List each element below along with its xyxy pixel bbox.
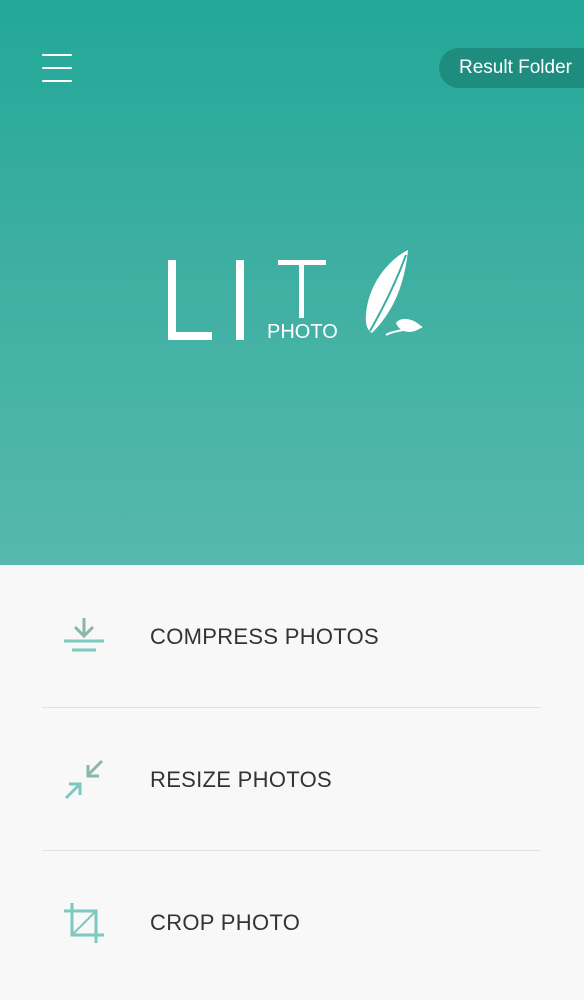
crop-photo-item[interactable]: CROP PHOTO (42, 851, 541, 994)
resize-photos-item[interactable]: RESIZE PHOTOS (42, 708, 541, 851)
menu-line (42, 54, 72, 56)
compress-photos-label: COMPRESS PHOTOS (150, 623, 380, 649)
app-logo: PHOTO (160, 245, 430, 345)
resize-photos-label: RESIZE PHOTOS (150, 766, 332, 792)
menu-line (42, 67, 72, 69)
hamburger-menu-icon[interactable] (38, 48, 76, 88)
compress-photos-item[interactable]: COMPRESS PHOTOS (42, 565, 541, 708)
logo-graphic: PHOTO (168, 250, 423, 343)
menu-line (42, 80, 72, 82)
result-folder-button[interactable]: Result Folder (439, 48, 584, 88)
resize-icon (62, 758, 106, 802)
logo-subtext: PHOTO (267, 321, 338, 343)
feather-leaf-icon (365, 250, 423, 336)
header-hero: Result Folder PHOTO (0, 0, 584, 565)
crop-photo-label: CROP PHOTO (150, 909, 301, 935)
menu-panel: COMPRESS PHOTOS RESIZE PHOTOS CROP PHOTO (0, 565, 584, 1000)
compress-icon (62, 615, 106, 659)
crop-icon (62, 901, 106, 945)
